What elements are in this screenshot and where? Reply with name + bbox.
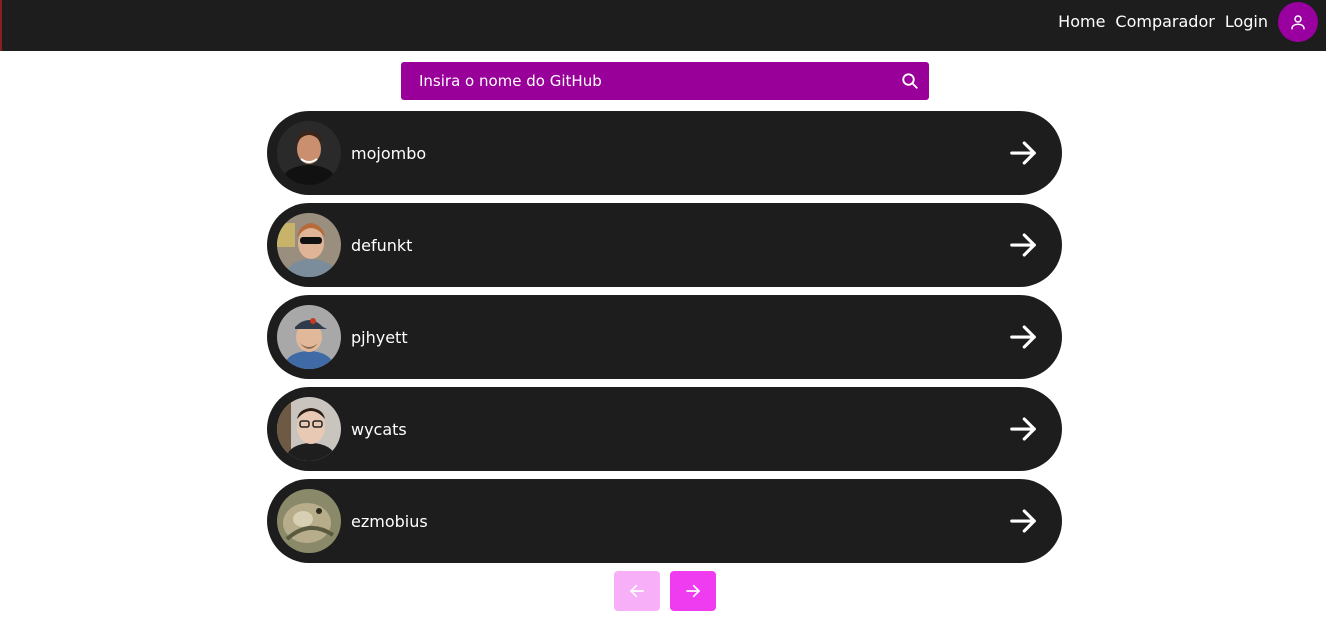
user-row-defunkt[interactable]: defunkt xyxy=(267,203,1062,287)
username: wycats xyxy=(351,419,407,439)
avatar xyxy=(277,397,341,461)
next-page-button[interactable] xyxy=(670,571,716,611)
arrow-right-icon[interactable] xyxy=(1008,322,1038,352)
nav-home-link[interactable]: Home xyxy=(1058,12,1105,31)
search-icon[interactable] xyxy=(901,72,919,90)
top-navbar: Home Comparador Login xyxy=(0,0,1326,51)
user-row-wycats[interactable]: wycats xyxy=(267,387,1062,471)
avatar xyxy=(277,121,341,185)
username: pjhyett xyxy=(351,327,408,347)
pagination xyxy=(614,571,716,611)
username: ezmobius xyxy=(351,511,428,531)
user-row-ezmobius[interactable]: ezmobius xyxy=(267,479,1062,563)
avatar xyxy=(277,489,341,553)
arrow-right-icon xyxy=(686,584,700,598)
user-row-pjhyett[interactable]: pjhyett xyxy=(267,295,1062,379)
prev-page-button[interactable] xyxy=(614,571,660,611)
arrow-right-icon[interactable] xyxy=(1008,230,1038,260)
user-icon xyxy=(1291,14,1305,29)
nav-links: Home Comparador Login xyxy=(1058,0,1318,43)
avatar xyxy=(277,213,341,277)
nav-login-link[interactable]: Login xyxy=(1225,12,1268,31)
avatar xyxy=(277,305,341,369)
user-list: mojombo defunkt pjhyett wycats ezmobius xyxy=(267,111,1062,571)
profile-button[interactable] xyxy=(1278,1,1318,42)
search-bar xyxy=(401,62,929,100)
arrow-right-icon[interactable] xyxy=(1008,506,1038,536)
arrow-left-icon xyxy=(630,584,644,598)
user-row-mojombo[interactable]: mojombo xyxy=(267,111,1062,195)
username: defunkt xyxy=(351,235,413,255)
arrow-right-icon[interactable] xyxy=(1008,414,1038,444)
username: mojombo xyxy=(351,143,427,163)
nav-comparador-link[interactable]: Comparador xyxy=(1115,12,1214,31)
arrow-right-icon[interactable] xyxy=(1008,138,1038,168)
github-search-input[interactable] xyxy=(417,71,889,91)
